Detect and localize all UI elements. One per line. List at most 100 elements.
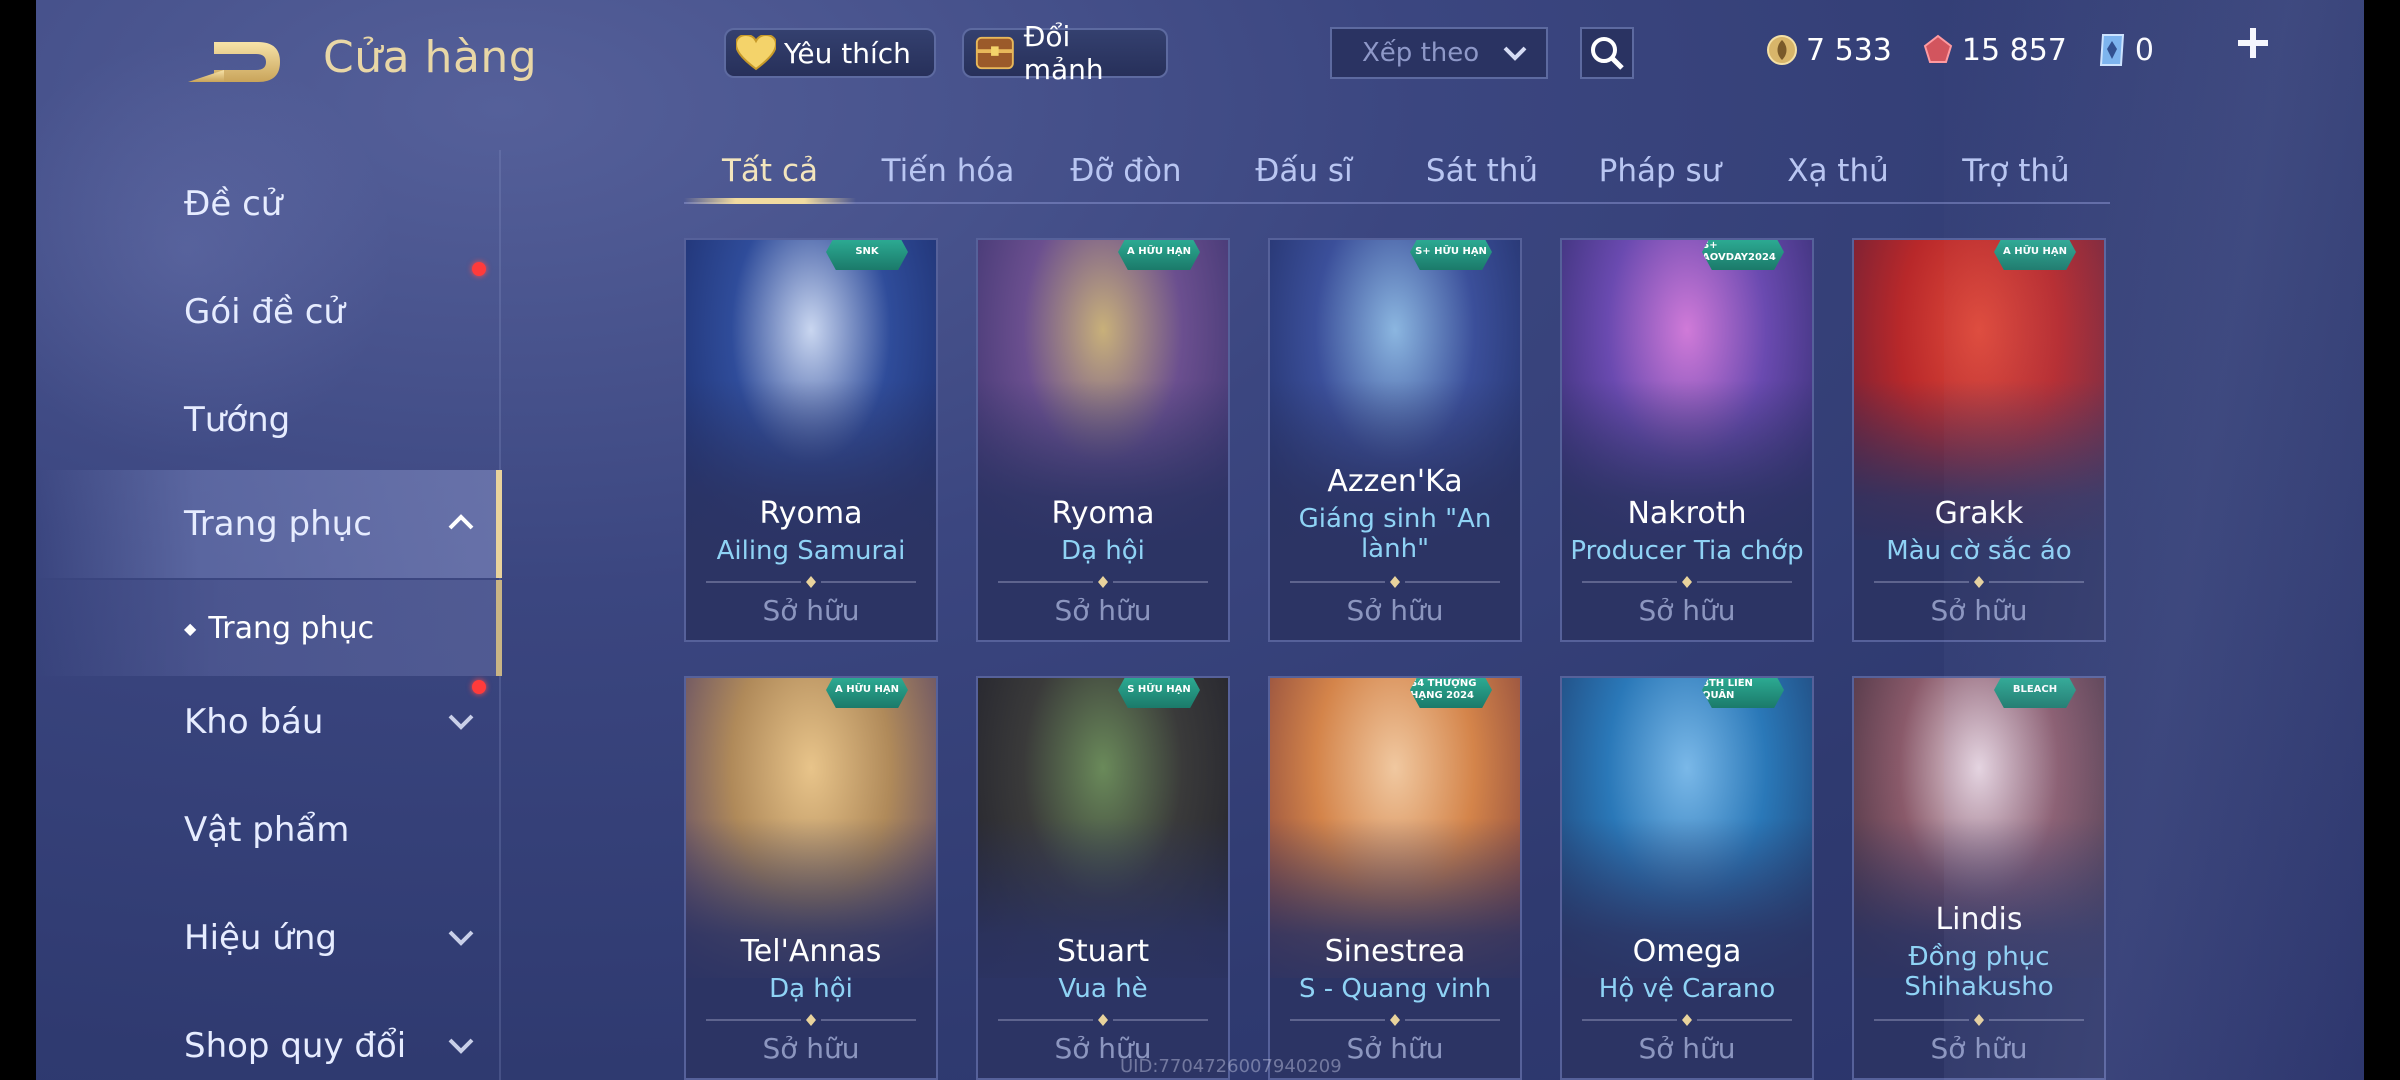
top-up-plus-button[interactable]: [2230, 24, 2276, 70]
skin-card[interactable]: S+ AOVDAY2024 Nakroth Producer Tia chớp Sở …: [1560, 238, 1814, 642]
skin-name: Ailing Samurai: [716, 536, 906, 566]
skin-card[interactable]: A HỮU HẠN Grakk Màu cờ sắc áo Sở hữu: [1852, 238, 2106, 642]
favorites-label: Yêu thích: [784, 36, 911, 70]
skin-name: Đồng phục Shihakusho: [1904, 942, 2054, 1002]
owned-status: Sở hữu: [1930, 594, 2028, 627]
diamond-balance: 0: [2097, 33, 2154, 68]
favorites-button[interactable]: Yêu thích: [724, 28, 936, 78]
sidebar-item-skins[interactable]: Trang phục: [36, 470, 502, 578]
bullet-icon: ◆: [184, 618, 197, 638]
search-button[interactable]: [1580, 27, 1634, 79]
sidebar-item-recommended[interactable]: Đề cử: [36, 150, 502, 258]
sidebar-item-treasure[interactable]: Kho báu: [36, 668, 502, 776]
chevron-down-icon: [448, 930, 474, 946]
sidebar-subitem-skins[interactable]: ◆ Trang phục: [36, 580, 502, 676]
skin-card[interactable]: S4 THƯỢNG HẠNG 2024 Sinestrea S - Quang vi…: [1268, 676, 1522, 1080]
exchange-label: Đổi mảnh: [1023, 20, 1104, 86]
shop-screen: Cửa hàng Yêu thích Đổi mảnh Xếp theo 7 5…: [36, 0, 2364, 1080]
tab-all[interactable]: Tất cả: [684, 140, 856, 202]
ornament-divider: [706, 576, 916, 588]
hero-name: Stuart: [1056, 934, 1150, 969]
voucher-balance: 15 857: [1922, 33, 2067, 68]
skin-name: Màu cờ sắc áo: [1886, 536, 2072, 566]
skin-card[interactable]: A HỮU HẠN Tel'Annas Dạ hội Sở hữu: [684, 676, 938, 1080]
hero-name: Omega: [1632, 934, 1742, 969]
skin-tier-badge: BLEACH: [1994, 678, 2076, 708]
sidebar-item-recommended-bundles[interactable]: Gói đề cử: [36, 258, 502, 366]
ornament-divider: [1290, 1014, 1500, 1026]
skin-name: Producer Tia chớp: [1570, 536, 1804, 566]
ornament-divider: [1874, 576, 2084, 588]
uid-watermark: UID:7704726007940209: [1120, 1056, 1342, 1077]
skin-name: Vua hè: [1058, 974, 1148, 1004]
ornament-divider: [1582, 1014, 1792, 1026]
notification-dot: [472, 680, 486, 694]
skin-card[interactable]: A HỮU HẠN Ryoma Dạ hội Sở hữu: [976, 238, 1230, 642]
coin-balance: 7 533: [1766, 33, 1892, 68]
ornament-divider: [998, 576, 1208, 588]
exchange-fragments-button[interactable]: Đổi mảnh: [962, 20, 1168, 86]
hero-name: Nakroth: [1627, 496, 1747, 531]
skin-name: Dạ hội: [1061, 536, 1145, 566]
skin-name: Giáng sinh "An lành": [1298, 504, 1492, 564]
search-icon: [1591, 37, 1624, 70]
owned-status: Sở hữu: [1930, 1032, 2028, 1065]
ornament-divider: [1290, 576, 1500, 588]
chevron-down-icon: [1503, 46, 1527, 61]
sort-dropdown[interactable]: Xếp theo: [1330, 27, 1548, 79]
skin-tier-badge: S+ HỮU HẠN: [1410, 240, 1492, 270]
treasure-chest-icon: [975, 36, 1014, 70]
tab-fighter[interactable]: Đấu sĩ: [1218, 140, 1390, 202]
sort-placeholder: Xếp theo: [1362, 38, 1480, 68]
sidebar-item-effects[interactable]: Hiệu ứng: [36, 884, 502, 992]
sidebar-item-heroes[interactable]: Tướng: [36, 366, 502, 474]
owned-status: Sở hữu: [1638, 1032, 1736, 1065]
hero-name: Sinestrea: [1324, 934, 1466, 969]
heart-icon: [736, 35, 776, 71]
owned-status: Sở hữu: [1054, 594, 1152, 627]
tab-support[interactable]: Trợ thủ: [1930, 140, 2102, 202]
skin-tier-badge: S+ AOVDAY2024: [1702, 240, 1784, 270]
skin-tier-badge: A HỮU HẠN: [1118, 240, 1200, 270]
tab-tank[interactable]: Đỡ đòn: [1040, 140, 1212, 202]
hero-name: Ryoma: [759, 496, 863, 531]
skin-card[interactable]: 8TH LIÊN QUÂN Omega Hộ vệ Carano Sở hữu: [1560, 676, 1814, 1080]
hero-name: Lindis: [1935, 902, 2023, 937]
category-tabs: Tất cả Tiến hóa Đỡ đòn Đấu sĩ Sát thủ Ph…: [684, 140, 2110, 204]
owned-status: Sở hữu: [1346, 594, 1444, 627]
hero-name: Azzen'Ka: [1327, 464, 1463, 499]
skin-name: S - Quang vinh: [1298, 974, 1492, 1004]
hero-name: Tel'Annas: [740, 934, 882, 969]
skin-card[interactable]: S+ HỮU HẠN Azzen'Ka Giáng sinh "An lành" Sở…: [1268, 238, 1522, 642]
hero-name: Grakk: [1934, 496, 2024, 531]
skin-tier-badge: SNK: [826, 240, 908, 270]
back-arrow-icon: [188, 42, 280, 82]
back-button[interactable]: [184, 34, 284, 90]
ornament-divider: [1582, 576, 1792, 588]
tab-marksman[interactable]: Xạ thủ: [1752, 140, 1924, 202]
skin-tier-badge: S HỮU HẠN: [1118, 678, 1200, 708]
ornament-divider: [1874, 1014, 2084, 1026]
skin-tier-badge: 8TH LIÊN QUÂN: [1702, 678, 1784, 708]
tab-mage[interactable]: Pháp sư: [1574, 140, 1746, 202]
skin-card[interactable]: SNK Ryoma Ailing Samurai Sở hữu: [684, 238, 938, 642]
tab-evolution[interactable]: Tiến hóa: [862, 140, 1034, 202]
hero-name: Ryoma: [1051, 496, 1155, 531]
skin-tier-badge: A HỮU HẠN: [826, 678, 908, 708]
sidebar-item-exchange-shop[interactable]: Shop quy đổi: [36, 992, 502, 1080]
skin-tier-badge: A HỮU HẠN: [1994, 240, 2076, 270]
skin-tier-badge: S4 THƯỢNG HẠNG 2024: [1410, 678, 1492, 708]
diamond-card-icon: [2099, 34, 2124, 66]
ornament-divider: [706, 1014, 916, 1026]
skin-name: Dạ hội: [769, 974, 853, 1004]
sidebar-item-items[interactable]: Vật phẩm: [36, 776, 502, 884]
ornament-divider: [998, 1014, 1208, 1026]
sidebar: Đề cử Gói đề cử Tướng Trang phục ◆ Trang…: [36, 150, 502, 1080]
coin-icon: [1767, 35, 1797, 65]
tab-assassin[interactable]: Sát thủ: [1396, 140, 1568, 202]
owned-status: Sở hữu: [762, 1032, 860, 1065]
chevron-up-icon: [448, 514, 474, 530]
skin-name: Hộ vệ Carano: [1598, 974, 1776, 1004]
skin-card[interactable]: S HỮU HẠN Stuart Vua hè Sở hữu: [976, 676, 1230, 1080]
skin-card[interactable]: BLEACH Lindis Đồng phục Shihakusho Sở hữu: [1852, 676, 2106, 1080]
